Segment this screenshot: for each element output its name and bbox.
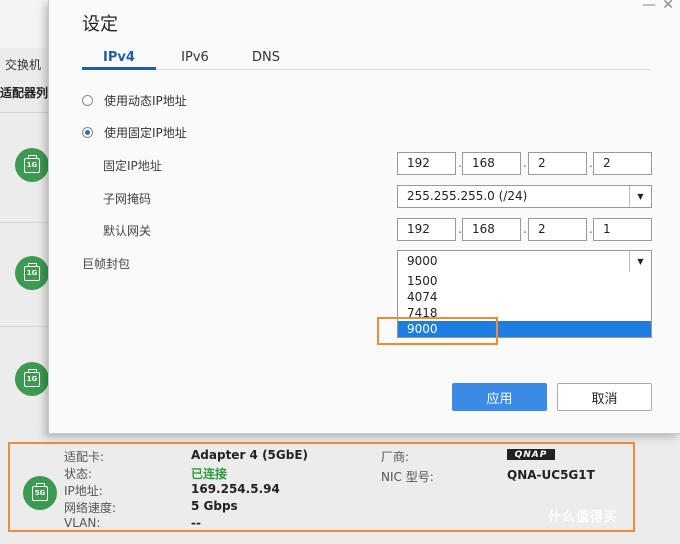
radio-button-checked[interactable] xyxy=(82,127,93,138)
ethernet-port-icon: 1G xyxy=(24,154,40,173)
network-speed-label: 网络速度: xyxy=(64,501,117,515)
status-value: 已连接 xyxy=(191,467,228,481)
radio-dynamic-label: 使用动态IP地址 xyxy=(104,94,187,108)
nic-model-label: NIC 型号: xyxy=(381,470,434,484)
adapter-1g-icon[interactable]: 1G xyxy=(15,362,49,396)
divider xyxy=(0,326,48,327)
tab-bar: IPv4 IPv6 DNS xyxy=(82,50,650,70)
background-toolbar xyxy=(0,0,48,48)
octet-separator: . xyxy=(523,222,527,236)
adapter-1g-icon[interactable]: 1G xyxy=(15,256,49,290)
subnet-mask-label: 子网掩码 xyxy=(103,192,152,206)
apply-button[interactable]: 应用 xyxy=(452,383,547,411)
gateway-octet-2[interactable]: 168 xyxy=(462,218,521,241)
adapter-1g-icon[interactable]: 1G xyxy=(15,148,49,182)
gateway-label: 默认网关 xyxy=(103,224,152,238)
tab-ipv4[interactable]: IPv4 xyxy=(82,50,156,70)
radio-dynamic-ip[interactable]: 使用动态IP地址 xyxy=(82,92,187,109)
gateway-octet-1[interactable]: 192 xyxy=(397,218,456,241)
subnet-mask-select[interactable]: 255.255.255.0 (/24) ▼ xyxy=(397,185,652,208)
close-icon[interactable]: ✕ xyxy=(662,0,674,13)
qnap-logo: QNAP xyxy=(507,449,555,460)
divider xyxy=(0,112,48,113)
radio-static-ip[interactable]: 使用固定IP地址 xyxy=(82,124,187,141)
dropdown-option[interactable]: 1500 xyxy=(398,273,651,289)
ip-address-label: IP地址: xyxy=(64,484,103,498)
network-speed-value: 5 Gbps xyxy=(191,499,238,513)
adapter-list-heading: 适配器列 xyxy=(0,86,49,100)
vendor-label: 厂商: xyxy=(381,450,410,464)
ip-address-value: 169.254.5.94 xyxy=(191,482,280,496)
static-ip-octet-4[interactable]: 2 xyxy=(593,152,652,175)
static-ip-octet-3[interactable]: 2 xyxy=(528,152,587,175)
radio-static-label: 使用固定IP地址 xyxy=(104,126,187,140)
adapter-5g-card[interactable]: 5G 适配卡: Adapter 4 (5GbE) 状态: 已连接 IP地址: 1… xyxy=(8,442,635,532)
static-ip-octet-1[interactable]: 192 xyxy=(397,152,456,175)
radio-button[interactable] xyxy=(82,95,93,106)
static-ip-label: 固定IP地址 xyxy=(103,159,162,173)
adapter-value: Adapter 4 (5GbE) xyxy=(191,448,309,462)
octet-separator: . xyxy=(523,156,527,170)
chevron-down-icon[interactable]: ▼ xyxy=(629,251,651,272)
dropdown-option[interactable]: 4074 xyxy=(398,289,651,305)
nic-model-value: QNA-UC5G1T xyxy=(507,468,595,482)
status-label: 状态: xyxy=(64,467,93,481)
minimize-icon[interactable]: — xyxy=(642,0,656,13)
jumbo-frame-label: 巨帧封包 xyxy=(82,257,131,271)
gateway-octet-3[interactable]: 2 xyxy=(528,218,587,241)
ethernet-port-icon: 5G xyxy=(32,482,48,501)
tab-switch[interactable]: 交换机 xyxy=(5,56,41,73)
annotation-highlight xyxy=(377,317,498,345)
ethernet-port-icon: 1G xyxy=(24,262,40,281)
divider xyxy=(0,222,48,223)
tab-dns[interactable]: DNS xyxy=(240,50,292,70)
tab-ipv6[interactable]: IPv6 xyxy=(166,50,224,70)
vlan-value: -- xyxy=(191,516,201,530)
jumbo-frame-select[interactable]: 9000 ▼ xyxy=(397,250,652,273)
chevron-down-icon[interactable]: ▼ xyxy=(629,186,651,207)
settings-dialog: 设定 — ✕ IPv4 IPv6 DNS 使用动态IP地址 使用固定IP地址 固… xyxy=(48,0,680,434)
vlan-label: VLAN: xyxy=(64,516,101,530)
adapter-5g-icon: 5G xyxy=(23,476,57,510)
subnet-mask-value: 255.255.255.0 (/24) xyxy=(407,189,528,203)
adapter-label: 适配卡: xyxy=(64,450,105,464)
watermark: 什么值得买 xyxy=(548,510,619,525)
gateway-octet-4[interactable]: 1 xyxy=(593,218,652,241)
ethernet-port-icon: 1G xyxy=(24,368,40,387)
cancel-button[interactable]: 取消 xyxy=(557,383,652,411)
static-ip-octet-2[interactable]: 168 xyxy=(462,152,521,175)
jumbo-frame-value: 9000 xyxy=(407,254,438,268)
dialog-title: 设定 xyxy=(82,14,118,35)
